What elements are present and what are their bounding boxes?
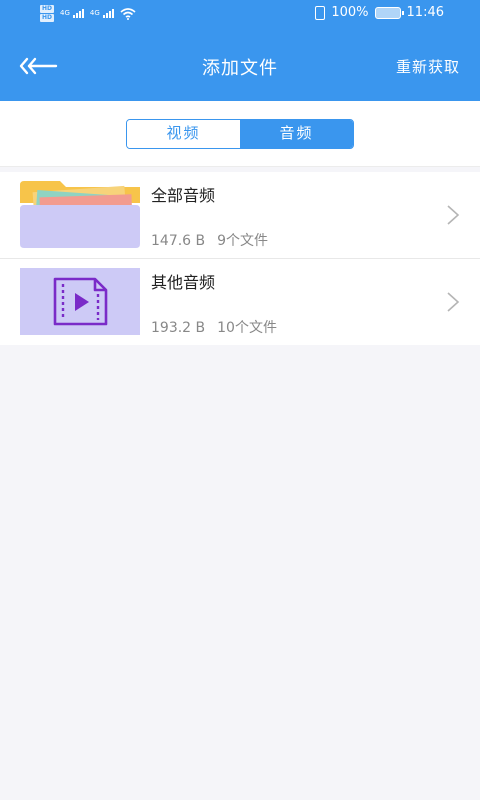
wifi-icon bbox=[120, 7, 136, 20]
folder-size: 193.2 B bbox=[151, 320, 206, 336]
nav-bar: 添加文件 重新获取 bbox=[0, 44, 480, 88]
tab-video[interactable]: 视频 bbox=[127, 120, 240, 148]
segmented-control: 视频 音频 bbox=[126, 119, 354, 149]
folder-meta: 193.2 B 10个文件 bbox=[151, 317, 277, 337]
clock: 11:46 bbox=[406, 5, 444, 20]
cell-signal-icon-2: 4G bbox=[90, 9, 114, 18]
folder-name: 全部音频 bbox=[151, 186, 216, 205]
vibrate-icon bbox=[315, 5, 326, 20]
folder-icon bbox=[20, 181, 140, 248]
folder-meta: 147.6 B 9个文件 bbox=[151, 230, 268, 250]
chevron-right-icon bbox=[447, 205, 460, 225]
status-right: 100% 11:46 bbox=[315, 5, 444, 20]
tab-bar: 视频 音频 bbox=[0, 101, 480, 167]
folder-list: 全部音频 147.6 B 9个文件 其他音频 193.2 B 10个文件 bbox=[0, 172, 480, 345]
folder-count: 9个文件 bbox=[217, 233, 269, 249]
folder-row-all-audio[interactable]: 全部音频 147.6 B 9个文件 bbox=[0, 172, 480, 259]
battery-percent: 100% bbox=[331, 5, 369, 20]
status-bar: HD HD 4G 4G 100% 11:46 bbox=[0, 0, 480, 30]
folder-row-other-audio[interactable]: 其他音频 193.2 B 10个文件 bbox=[0, 259, 480, 345]
refresh-button[interactable]: 重新获取 bbox=[396, 56, 460, 77]
folder-size: 147.6 B bbox=[151, 233, 206, 249]
folder-count: 10个文件 bbox=[217, 320, 277, 336]
app-header: HD HD 4G 4G 100% 11:46 添加文件 重新获取 bbox=[0, 0, 480, 101]
media-file-icon bbox=[20, 268, 140, 335]
battery-icon bbox=[374, 6, 404, 19]
signal-indicators: HD HD 4G 4G bbox=[40, 5, 136, 22]
folder-name: 其他音频 bbox=[151, 273, 216, 292]
chevron-right-icon bbox=[447, 292, 460, 312]
network-type-label: 4G bbox=[60, 9, 70, 17]
network-type-label-2: 4G bbox=[89, 9, 100, 17]
hd-badge-icon: HD HD bbox=[40, 5, 55, 22]
tab-audio[interactable]: 音频 bbox=[240, 120, 353, 148]
cell-signal-icon: 4G bbox=[60, 9, 84, 18]
